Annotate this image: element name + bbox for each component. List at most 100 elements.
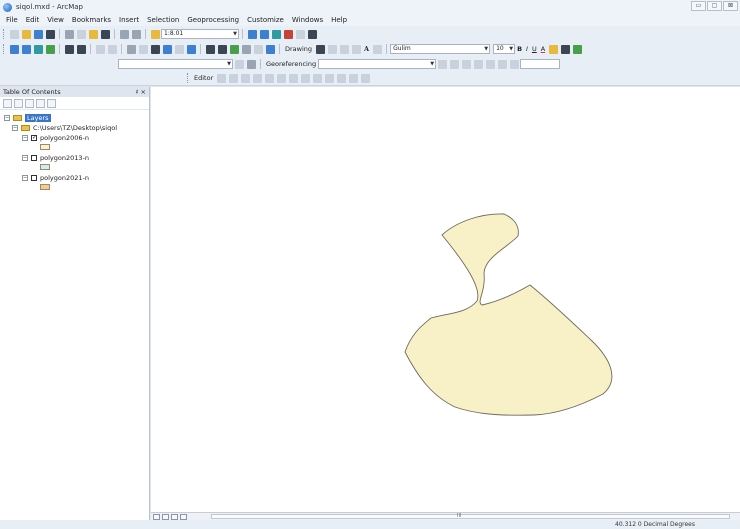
layer-node-polygon2006[interactable]: − ✓ polygon2006-n xyxy=(22,134,89,142)
menu-file[interactable]: File xyxy=(6,16,18,24)
hyperlink-icon[interactable] xyxy=(174,44,184,54)
font-name-combo[interactable]: Gulim ▼ xyxy=(390,44,491,54)
folder-node[interactable]: − C:\Users\TZ\Desktop\siqol xyxy=(12,124,117,132)
undo-icon[interactable] xyxy=(119,29,129,39)
map-scale-combo[interactable]: 1:8.01 ▼ xyxy=(161,29,239,39)
menu-bookmarks[interactable]: Bookmarks xyxy=(72,16,111,24)
map-view[interactable] xyxy=(151,87,740,512)
straight-segment-icon[interactable] xyxy=(240,73,250,83)
search-window-icon[interactable] xyxy=(283,29,293,39)
trace-icon[interactable] xyxy=(252,73,262,83)
select-pointer-icon[interactable] xyxy=(315,44,325,54)
html-popup-icon[interactable] xyxy=(186,44,196,54)
rectangle-icon[interactable] xyxy=(351,44,361,54)
toolbar-grip[interactable] xyxy=(3,44,6,54)
refresh-view-button[interactable] xyxy=(171,513,178,520)
viewer-icon[interactable] xyxy=(509,59,519,69)
cut-icon[interactable] xyxy=(64,29,74,39)
go-to-xy-icon[interactable] xyxy=(241,44,251,54)
scrollbar-thumb[interactable] xyxy=(211,514,730,519)
collapse-icon[interactable]: − xyxy=(22,155,28,161)
line-color-icon[interactable] xyxy=(560,44,570,54)
zoom-in-icon[interactable] xyxy=(9,44,19,54)
layer-name[interactable]: polygon2006-n xyxy=(40,134,89,142)
link-table-icon[interactable] xyxy=(461,59,471,69)
add-control-points-icon[interactable] xyxy=(437,59,447,69)
save-icon[interactable] xyxy=(33,29,43,39)
catalog-icon[interactable] xyxy=(271,29,281,39)
layers-dataframe-node[interactable]: − Layers xyxy=(4,114,51,122)
reshape-icon[interactable] xyxy=(288,73,298,83)
sketch-properties-icon[interactable] xyxy=(348,73,358,83)
scale-georef-icon[interactable] xyxy=(497,59,507,69)
list-by-selection-icon[interactable] xyxy=(36,98,45,108)
layer-combo[interactable]: ▼ xyxy=(118,59,233,69)
editor-toolbar-icon[interactable] xyxy=(247,29,257,39)
fixed-zoom-in-icon[interactable] xyxy=(64,44,74,54)
edit-vertices-icon[interactable] xyxy=(372,44,382,54)
menu-selection[interactable]: Selection xyxy=(147,16,179,24)
edit-annotation-icon[interactable] xyxy=(228,73,238,83)
back-extent-icon[interactable] xyxy=(95,44,105,54)
symbol-swatch[interactable] xyxy=(40,184,50,190)
legend-item[interactable] xyxy=(40,184,50,190)
paste-icon[interactable] xyxy=(88,29,98,39)
identify-icon[interactable] xyxy=(162,44,172,54)
menu-customize[interactable]: Customize xyxy=(247,16,284,24)
create-viewer-window-icon[interactable] xyxy=(265,44,275,54)
find-route-icon[interactable] xyxy=(229,44,239,54)
editor-menu[interactable]: Editor xyxy=(194,74,213,82)
layer-node-polygon2021[interactable]: − polygon2021-n xyxy=(22,174,89,182)
transparency-combo[interactable] xyxy=(520,59,561,69)
create-features-icon[interactable] xyxy=(360,73,370,83)
menu-geoprocessing[interactable]: Geoprocessing xyxy=(187,16,239,24)
add-data-icon[interactable] xyxy=(150,29,160,39)
map-horizontal-scrollbar[interactable]: III xyxy=(151,512,740,520)
list-by-visibility-icon[interactable] xyxy=(25,98,34,108)
list-by-source-icon[interactable] xyxy=(14,98,23,108)
minimize-button[interactable]: ▭ xyxy=(691,1,706,11)
menu-windows[interactable]: Windows xyxy=(292,16,323,24)
fill-color-icon[interactable] xyxy=(548,44,558,54)
menu-edit[interactable]: Edit xyxy=(26,16,40,24)
zoom-to-selected-icon[interactable] xyxy=(339,44,349,54)
menu-help[interactable]: Help xyxy=(331,16,347,24)
legend-item[interactable] xyxy=(40,144,50,150)
control-points-icon[interactable] xyxy=(449,59,459,69)
collapse-icon[interactable]: − xyxy=(12,125,18,131)
pause-drawing-button[interactable] xyxy=(180,513,187,520)
close-button[interactable]: ⊠ xyxy=(723,1,738,11)
legend-item[interactable] xyxy=(40,164,50,170)
bold-button[interactable]: B xyxy=(517,45,522,53)
menu-view[interactable]: View xyxy=(47,16,64,24)
print-icon[interactable] xyxy=(45,29,55,39)
attributes-icon[interactable] xyxy=(336,73,346,83)
menu-insert[interactable]: Insert xyxy=(119,16,139,24)
data-view-button[interactable] xyxy=(153,513,160,520)
rotate-icon[interactable] xyxy=(327,44,337,54)
georeferencing-layer-combo[interactable]: ▼ xyxy=(318,59,437,69)
pan-icon[interactable] xyxy=(33,44,43,54)
cut-polygon-icon[interactable] xyxy=(300,73,310,83)
clear-selection-icon[interactable] xyxy=(138,44,148,54)
layer-name[interactable]: polygon2013-n xyxy=(40,154,89,162)
georeferencing-menu[interactable]: Georeferencing xyxy=(266,60,316,68)
layer-visibility-checkbox[interactable] xyxy=(31,175,37,181)
layer-tool-icon[interactable] xyxy=(234,59,244,69)
zoom-out-icon[interactable] xyxy=(21,44,31,54)
python-window-icon[interactable] xyxy=(307,29,317,39)
edit-tool-icon[interactable] xyxy=(216,73,226,83)
layer-visibility-checkbox[interactable]: ✓ xyxy=(31,135,37,141)
font-size-combo[interactable]: 10 ▼ xyxy=(493,44,516,54)
forward-extent-icon[interactable] xyxy=(107,44,117,54)
measure-icon[interactable] xyxy=(205,44,215,54)
underline-button[interactable]: U xyxy=(532,45,537,53)
rotate-georef-icon[interactable] xyxy=(473,59,483,69)
polygon-feature[interactable] xyxy=(404,213,613,416)
fixed-zoom-out-icon[interactable] xyxy=(76,44,86,54)
rotate-feature-icon[interactable] xyxy=(324,73,334,83)
text-tool-icon[interactable]: A xyxy=(364,45,369,53)
new-document-icon[interactable] xyxy=(9,29,19,39)
collapse-icon[interactable]: − xyxy=(4,115,10,121)
symbol-swatch[interactable] xyxy=(40,164,50,170)
